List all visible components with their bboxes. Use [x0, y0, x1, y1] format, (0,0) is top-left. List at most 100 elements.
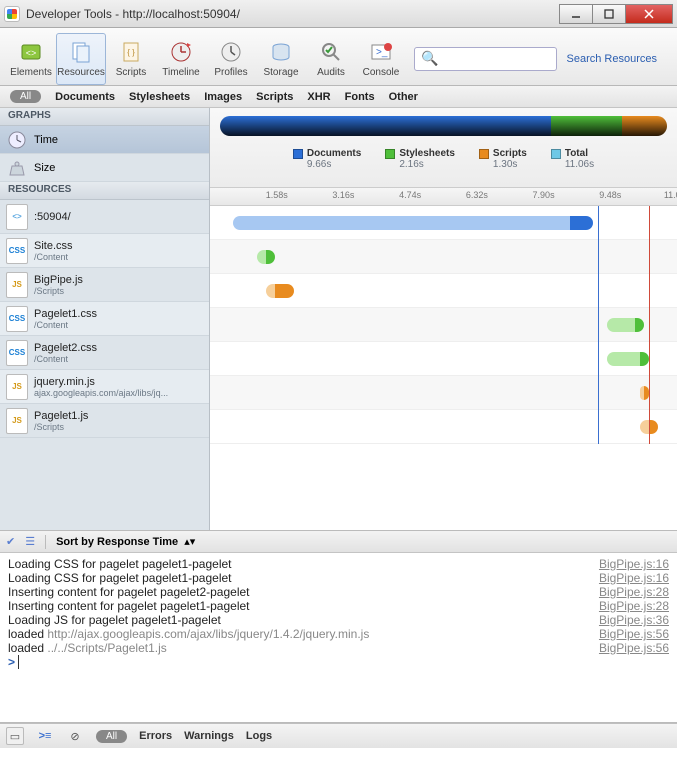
timeline-row	[210, 308, 677, 342]
graph-size[interactable]: Size	[0, 154, 209, 182]
resource-row[interactable]: <> :50904/	[0, 200, 209, 234]
resource-name: Pagelet2.css	[34, 342, 97, 354]
resource-type-filters: All Documents Stylesheets Images Scripts…	[0, 86, 677, 108]
timing-bar[interactable]	[257, 250, 276, 264]
console-output[interactable]: Loading CSS for pagelet pagelet1-pagelet…	[0, 553, 677, 723]
resource-name: :50904/	[34, 211, 71, 223]
tab-storage[interactable]: Storage	[256, 33, 306, 85]
resource-row[interactable]: JS Pagelet1.js/Scripts	[0, 404, 209, 438]
summary-bar	[220, 116, 667, 136]
console-line: Loading CSS for pagelet pagelet1-pagelet…	[8, 557, 669, 571]
dock-icon[interactable]: ▭	[6, 727, 24, 745]
filter-scripts[interactable]: Scripts	[256, 91, 293, 103]
status-bar: ▭ >≡ ⊘ All Errors Warnings Logs	[0, 723, 677, 748]
close-button[interactable]	[625, 4, 673, 24]
minimize-button[interactable]	[559, 4, 593, 24]
resource-path: /Scripts	[34, 422, 88, 432]
graphs-header: GRAPHS	[0, 108, 209, 126]
console-source-link[interactable]: BigPipe.js:28	[599, 599, 669, 613]
filter-stylesheets[interactable]: Stylesheets	[129, 91, 190, 103]
sort-bar: ✔ ☰ Sort by Response Time ▴▾	[0, 531, 677, 553]
graph-time-label: Time	[34, 134, 58, 146]
resource-row[interactable]: CSSSite.css/Content	[0, 234, 209, 268]
sort-dropdown[interactable]: Sort by Response Time ▴▾	[56, 535, 195, 548]
filter-images[interactable]: Images	[204, 91, 242, 103]
list-icon[interactable]: ☰	[25, 535, 35, 548]
timeline-row	[210, 274, 677, 308]
resource-row[interactable]: CSSPagelet1.css/Content	[0, 302, 209, 336]
weight-icon	[6, 157, 28, 179]
status-all[interactable]: All	[96, 730, 127, 743]
filter-documents[interactable]: Documents	[55, 91, 115, 103]
tab-elements[interactable]: <>Elements	[6, 33, 56, 85]
legend-item: Stylesheets2.16s	[385, 148, 455, 170]
resource-row[interactable]: JSjquery.min.jsajax.googleapis.com/ajax/…	[0, 370, 209, 404]
css-file-icon: CSS	[6, 238, 28, 264]
console-line: Inserting content for pagelet pagelet1-p…	[8, 599, 669, 613]
search-input[interactable]: 🔍	[414, 47, 557, 71]
console-source-link[interactable]: BigPipe.js:28	[599, 585, 669, 599]
doc-file-icon: <>	[6, 204, 28, 230]
timeline-rows	[210, 206, 677, 444]
console-source-link[interactable]: BigPipe.js:56	[599, 641, 669, 655]
clear-icon[interactable]: ⊘	[66, 727, 84, 745]
main-toolbar: <>Elements Resources { }Scripts Timeline…	[0, 28, 677, 86]
console-source-link[interactable]: BigPipe.js:16	[599, 557, 669, 571]
tab-audits[interactable]: Audits	[306, 33, 356, 85]
svg-text:<>: <>	[26, 48, 37, 58]
event-marker	[598, 206, 599, 444]
timing-bar[interactable]	[607, 352, 649, 366]
timeline-row	[210, 410, 677, 444]
console-line: Loading CSS for pagelet pagelet1-pagelet…	[8, 571, 669, 585]
console-source-link[interactable]: BigPipe.js:16	[599, 571, 669, 585]
resource-name: Pagelet1.css	[34, 308, 97, 320]
timeline-row	[210, 376, 677, 410]
console-source-link[interactable]: BigPipe.js:56	[599, 627, 669, 641]
tab-timeline[interactable]: Timeline	[156, 33, 206, 85]
resource-row[interactable]: CSS Pagelet2.css/Content	[0, 336, 209, 370]
console-toggle-icon[interactable]: >≡	[36, 727, 54, 745]
console-source-link[interactable]: BigPipe.js:36	[599, 613, 669, 627]
legend-item: Documents9.66s	[293, 148, 361, 170]
tab-console[interactable]: >_Console	[356, 33, 406, 85]
graph-time[interactable]: Time	[0, 126, 209, 154]
filter-other[interactable]: Other	[389, 91, 418, 103]
resource-name: Pagelet1.js	[34, 410, 88, 422]
resource-row[interactable]: JSBigPipe.js/Scripts	[0, 268, 209, 302]
timing-bar[interactable]	[607, 318, 644, 332]
resource-path: ajax.googleapis.com/ajax/libs/jq...	[34, 388, 168, 398]
window-title: Developer Tools - http://localhost:50904…	[26, 7, 240, 21]
legend-item: Total11.06s	[551, 148, 594, 170]
search-help-link[interactable]: Search Resources	[567, 53, 658, 65]
maximize-button[interactable]	[592, 4, 626, 24]
tab-scripts[interactable]: { }Scripts	[106, 33, 156, 85]
js-file-icon: JS	[6, 374, 28, 400]
filter-all[interactable]: All	[10, 90, 41, 103]
filter-fonts[interactable]: Fonts	[345, 91, 375, 103]
css-file-icon: CSS	[6, 340, 28, 366]
search-icon: 🔍	[421, 50, 438, 67]
resource-path: /Content	[34, 252, 73, 262]
check-icon[interactable]: ✔	[6, 535, 15, 548]
graph-size-label: Size	[34, 162, 55, 174]
js-file-icon: JS	[6, 272, 28, 298]
status-errors[interactable]: Errors	[139, 730, 172, 742]
tab-resources[interactable]: Resources	[56, 33, 106, 85]
resource-path: /Scripts	[34, 286, 83, 296]
chrome-icon	[4, 6, 20, 22]
tab-profiles[interactable]: Profiles	[206, 33, 256, 85]
timeline-panel: Documents9.66sStylesheets2.16sScripts1.3…	[210, 108, 677, 530]
timeline-row	[210, 240, 677, 274]
status-logs[interactable]: Logs	[246, 730, 272, 742]
timing-bar[interactable]	[233, 216, 593, 230]
resource-path: /Content	[34, 354, 97, 364]
resource-path: /Content	[34, 320, 97, 330]
status-warnings[interactable]: Warnings	[184, 730, 234, 742]
js-file-icon: JS	[6, 408, 28, 434]
console-line: Loading JS for pagelet pagelet1-pageletB…	[8, 613, 669, 627]
timing-bar[interactable]	[266, 284, 294, 298]
console-prompt[interactable]: >	[8, 655, 18, 669]
filter-xhr[interactable]: XHR	[307, 91, 330, 103]
console-line: loaded ../../Scripts/Pagelet1.jsBigPipe.…	[8, 641, 669, 655]
timing-bar[interactable]	[640, 386, 649, 400]
